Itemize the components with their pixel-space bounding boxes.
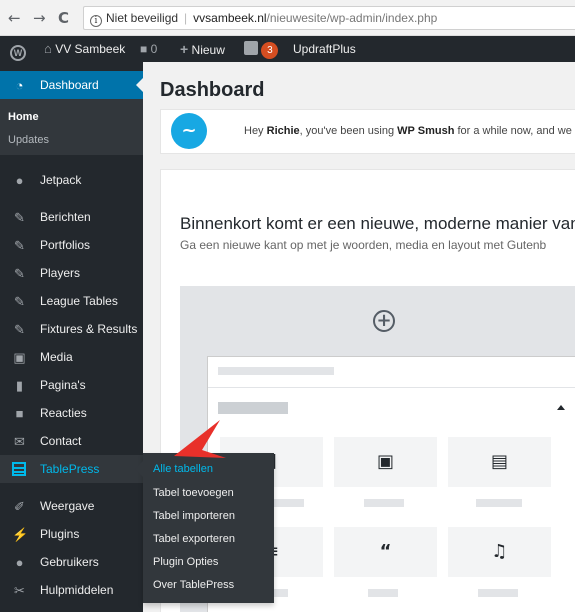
collapse-icon — [557, 405, 565, 410]
sidebar-item-jetpack[interactable]: ● Jetpack — [0, 166, 143, 194]
wordpress-logo-icon[interactable]: W — [10, 36, 26, 62]
info-icon[interactable]: i — [90, 15, 102, 27]
menu-item-tabel-exporteren[interactable]: Tabel exporteren — [153, 533, 235, 545]
audio-block-icon: ♫ — [448, 527, 551, 577]
sidebar-item-plugins[interactable]: ⚡ Plugins — [0, 520, 143, 548]
sidebar-subitem-home[interactable]: Home — [8, 111, 39, 123]
home-icon: ⌂ — [44, 41, 52, 56]
jetpack-icon: ● — [15, 173, 24, 188]
sidebar-item-gebruikers[interactable]: ● Gebruikers — [0, 548, 143, 576]
url-path: /nieuwesite/wp-admin/index.php — [266, 11, 438, 25]
smush-notice-text: Hey Richie, you've been using WP Smush f… — [244, 125, 575, 137]
gutenberg-title: Binnenkort komt er een nieuwe, moderne m… — [180, 214, 575, 233]
sidebar-subitem-updates[interactable]: Updates — [8, 134, 49, 146]
sidebar-item-contact[interactable]: ✉ Contact — [0, 427, 143, 455]
sidebar-item-berichten[interactable]: ✎ Berichten — [0, 203, 143, 231]
tablepress-flyout-menu: Alle tabellen Tabel toevoegen Tabel impo… — [135, 453, 274, 603]
page-title: Dashboard — [160, 79, 265, 101]
plugin-icon: ⚡ — [12, 527, 29, 542]
image-block-icon: ▣ — [334, 437, 437, 487]
mail-icon: ✉ — [14, 434, 25, 449]
address-bar[interactable]: i Niet beveiligd | vvsambeek.nl/nieuwesite/… — [83, 6, 575, 30]
wrench-icon: ✂ — [14, 583, 25, 598]
new-content-link[interactable]: + Nieuw — [180, 36, 225, 62]
quote-block-icon: “ — [334, 527, 437, 577]
comments-link[interactable]: ■ 0 — [140, 36, 157, 62]
menu-item-over-tablepress[interactable]: Over TablePress — [153, 579, 234, 591]
sidebar-item-dashboard[interactable]: ◔ Dashboard — [0, 71, 143, 99]
menu-item-plugin-opties[interactable]: Plugin Opties — [153, 556, 218, 568]
yoast-menu[interactable]: 3 — [244, 36, 279, 62]
page-icon: ▮ — [15, 378, 24, 393]
media-icon: ▣ — [13, 350, 26, 365]
sidebar-item-tablepress[interactable]: TablePress — [0, 455, 143, 483]
menu-item-tabel-toevoegen[interactable]: Tabel toevoegen — [153, 487, 234, 499]
site-name-link[interactable]: ⌂ VV Sambeek — [44, 36, 125, 62]
url-host: vvsambeek.nl — [193, 11, 267, 25]
sidebar-item-players[interactable]: ✎ Players — [0, 259, 143, 287]
comment-icon: ■ — [15, 406, 24, 421]
yoast-icon — [244, 41, 258, 55]
security-label: Niet beveiligd — [106, 11, 179, 25]
browser-toolbar: ← → C i Niet beveiligd | vvsambeek.nl/nieuw… — [0, 0, 575, 36]
pin-icon: ✎ — [14, 294, 25, 309]
forward-icon[interactable]: → — [33, 9, 46, 27]
sidebar-item-portfolios[interactable]: ✎ Portfolios — [0, 231, 143, 259]
gallery-block-icon: ▤ — [448, 437, 551, 487]
pin-icon: ✎ — [14, 266, 25, 281]
sidebar-item-hulpmiddelen[interactable]: ✂ Hulpmiddelen — [0, 576, 143, 604]
dashboard-icon: ◔ — [15, 78, 24, 93]
admin-sidebar: ◔ Dashboard Home Updates ● Jetpack ✎ Ber… — [0, 62, 143, 612]
menu-item-tabel-importeren[interactable]: Tabel importeren — [153, 510, 235, 522]
sidebar-item-weergave[interactable]: ✐ Weergave — [0, 492, 143, 520]
brush-icon: ✐ — [14, 499, 25, 514]
plus-icon: + — [180, 41, 189, 57]
pin-icon: ✎ — [14, 322, 25, 337]
add-block-icon: + — [373, 310, 395, 332]
gutenberg-subtitle: Ga een nieuwe kant op met je woorden, me… — [180, 238, 547, 252]
notification-badge: 3 — [261, 42, 279, 59]
updraftplus-link[interactable]: UpdraftPlus — [293, 36, 356, 62]
dashboard-submenu: Home Updates — [0, 99, 143, 155]
pin-icon: ✎ — [14, 238, 25, 253]
reload-icon[interactable]: C — [58, 9, 69, 27]
sidebar-item-paginas[interactable]: ▮ Pagina's — [0, 371, 143, 399]
table-icon — [12, 462, 26, 476]
comment-icon: ■ — [140, 42, 148, 56]
back-icon[interactable]: ← — [8, 9, 21, 27]
pin-icon: ✎ — [14, 210, 25, 225]
users-icon: ● — [15, 555, 24, 570]
smush-notice: ~ Hey Richie, you've been using WP Smush… — [160, 109, 575, 154]
red-arrow-annotation — [174, 420, 226, 458]
sidebar-item-media[interactable]: ▣ Media — [0, 343, 143, 371]
sidebar-item-league-tables[interactable]: ✎ League Tables — [0, 287, 143, 315]
smush-logo: ~ — [161, 110, 215, 153]
admin-bar: W ⌂ VV Sambeek ■ 0 + Nieuw 3 UpdraftPlus — [0, 36, 575, 62]
sidebar-item-reacties[interactable]: ■ Reacties — [0, 399, 143, 427]
sidebar-item-fixtures[interactable]: ✎ Fixtures & Results — [0, 315, 143, 343]
